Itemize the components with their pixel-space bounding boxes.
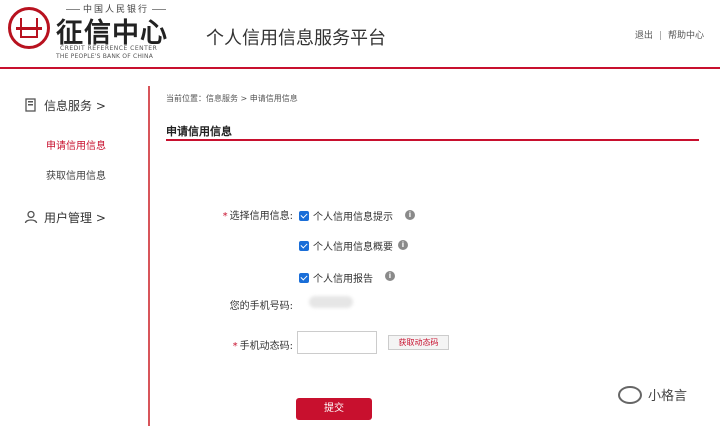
- submit-button[interactable]: 提交: [296, 398, 372, 420]
- logout-link[interactable]: 退出: [635, 31, 653, 41]
- option-credit-tips-label: 个人信用信息提示: [313, 212, 393, 223]
- option-credit-summary[interactable]: 个人信用信息概要: [299, 238, 393, 253]
- help-center-link[interactable]: 帮助中心: [668, 31, 704, 41]
- logo-en-line2: THE PEOPLE'S BANK OF CHINA: [56, 53, 154, 60]
- checkbox-credit-summary[interactable]: [299, 240, 309, 251]
- option-credit-report-label: 个人信用报告: [313, 274, 373, 285]
- info-icon[interactable]: i: [385, 271, 395, 281]
- sidebar-item-get-credit[interactable]: 获取信用信息: [46, 167, 106, 182]
- required-mark: *: [222, 211, 228, 222]
- info-icon[interactable]: i: [398, 240, 408, 250]
- link-separator: |: [658, 31, 662, 41]
- breadcrumb: 当前位置：信息服务 > 申请信用信息: [166, 94, 298, 103]
- code-label: * 手机动态码:: [232, 341, 293, 352]
- phone-label: 您的手机号码:: [229, 301, 293, 312]
- option-credit-report[interactable]: 个人信用报告: [299, 270, 373, 285]
- dynamic-code-input[interactable]: [297, 331, 377, 354]
- checkbox-credit-report[interactable]: [299, 272, 309, 283]
- get-code-button[interactable]: 获取动态码: [388, 335, 449, 350]
- logo-en-line1: CREDIT REFERENCE CENTER: [60, 45, 158, 52]
- checkbox-credit-tips[interactable]: [299, 210, 309, 221]
- info-icon[interactable]: i: [405, 210, 415, 220]
- sidebar-item-apply-credit[interactable]: 申请信用信息: [46, 137, 106, 152]
- user-icon: [24, 210, 38, 224]
- option-credit-tips[interactable]: 个人信用信息提示: [299, 208, 393, 223]
- page-title: 申请信用信息: [166, 125, 232, 138]
- sidebar-divider: [148, 86, 150, 426]
- sidebar-group-user-label: 用户管理 >: [44, 211, 106, 225]
- phone-number-masked: [309, 296, 353, 308]
- top-links: 退出 | 帮助中心: [635, 28, 704, 41]
- header-divider: [0, 67, 720, 69]
- sidebar-group-info-service[interactable]: 信息服务 >: [24, 97, 106, 114]
- header: 中国人民银行 征信中心 CREDIT REFERENCE CENTER THE …: [0, 0, 720, 68]
- select-credit-label: * 选择信用信息:: [222, 211, 293, 222]
- pboc-emblem-icon: [8, 7, 50, 49]
- title-divider: [166, 139, 699, 141]
- wechat-icon: [618, 385, 642, 404]
- watermark-text: 小格言: [648, 389, 688, 404]
- option-credit-summary-label: 个人信用信息概要: [313, 242, 393, 253]
- sidebar-group-info-label: 信息服务 >: [44, 99, 106, 113]
- watermark: 小格言: [618, 385, 687, 404]
- platform-title: 个人信用信息服务平台: [206, 28, 386, 49]
- sidebar-group-user-manage[interactable]: 用户管理 >: [24, 209, 106, 226]
- document-icon: [25, 98, 36, 112]
